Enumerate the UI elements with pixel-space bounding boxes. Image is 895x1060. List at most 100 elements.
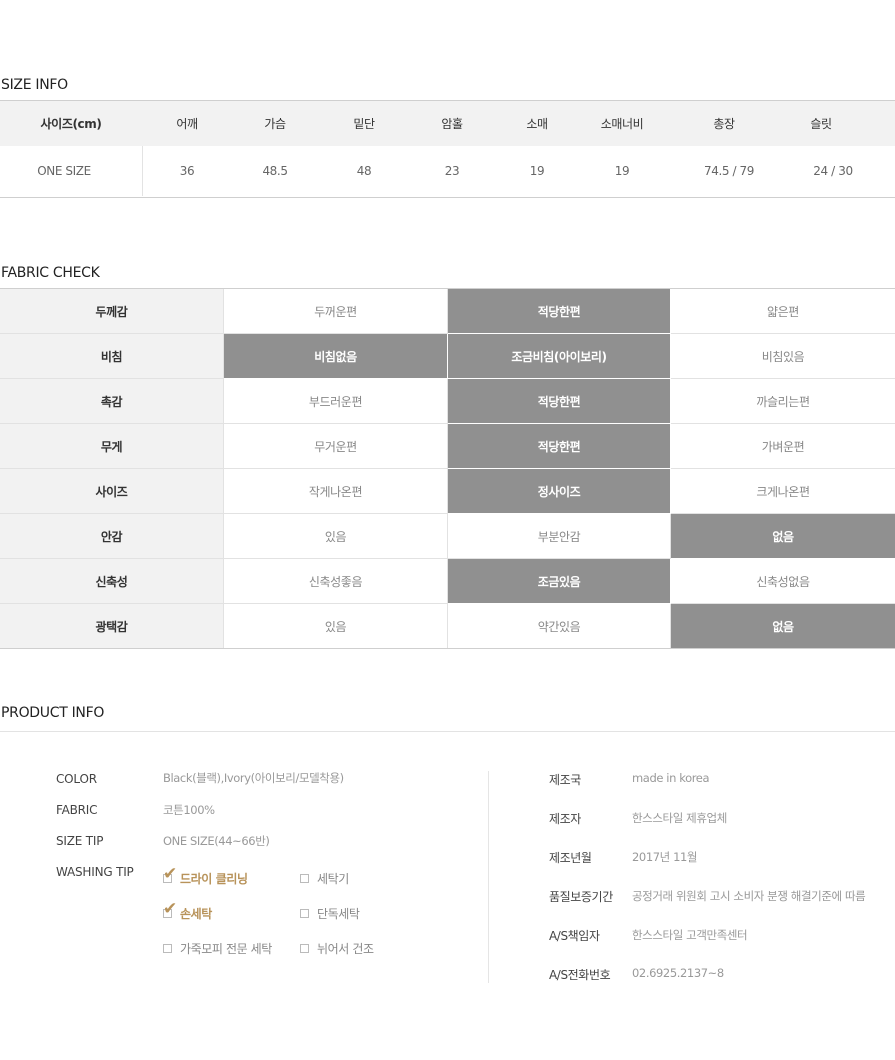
checkbox-checked-icon: ✔ [163,866,177,883]
checkbox-icon [163,944,172,953]
fabric-row-label: 신축성 [0,559,224,604]
fabric-row-label: 광택감 [0,604,224,649]
fabric-row-label: 안감 [0,514,224,559]
size-value-slit: 24 / 30 [813,164,853,178]
washing-tip-label: WASHING TIP [56,865,134,879]
fabric-option: 부분안감 [448,514,671,559]
fabric-option: 부드러운편 [224,379,448,424]
size-value-sleeve: 19 [529,164,545,178]
fabric-row: 광택감 있음 약간있음 없음 [0,604,895,649]
product-info-value: 02.6925.2137~8 [632,966,724,980]
size-value-size: ONE SIZE [37,164,91,178]
size-info-title: SIZE INFO [1,77,68,93]
fabric-row-label: 비침 [0,334,224,379]
washing-option-label: 드라이 클리닝 [180,872,248,886]
washing-option: 단독세탁 [300,905,360,922]
fabric-row: 두께감 두꺼운편 적당한편 얇은편 [0,289,895,334]
fabric-row-label: 두께감 [0,289,224,334]
size-header-hem: 밑단 [353,117,375,131]
fabric-row: 무게 무거운편 적당한편 가벼운편 [0,424,895,469]
check-mark-icon: ✔ [163,864,177,884]
size-value-chest: 48.5 [262,164,288,178]
product-info-value: 한스스타일 제휴업체 [632,811,727,825]
fabric-option: 크게나온편 [671,469,895,514]
product-info-value: made in korea [632,771,710,785]
size-value-hem: 48 [356,164,372,178]
size-tip-label: SIZE TIP [56,834,104,848]
fabric-option-selected: 비침없음 [224,334,448,379]
fabric-option: 무거운편 [224,424,448,469]
fabric-option: 얇은편 [671,289,895,334]
fabric-check-title: FABRIC CHECK [1,265,100,281]
fabric-option: 신축성좋음 [224,559,448,604]
check-mark-icon: ✔ [163,899,177,919]
fabric-option: 신축성없음 [671,559,895,604]
product-info-value: 2017년 11월 [632,850,698,864]
fabric-row: 촉감 부드러운편 적당한편 까슬리는편 [0,379,895,424]
fabric-value: 코튼100% [163,803,215,817]
product-info-value: 공정거래 위원회 고시 소비자 분쟁 해결기준에 따름 [632,889,866,903]
fabric-option: 약간있음 [448,604,671,649]
size-value-shoulder: 36 [179,164,195,178]
fabric-option: 두꺼운편 [224,289,448,334]
size-value-sleeve-width: 19 [614,164,630,178]
size-table-header: 사이즈(cm) 어깨 가슴 밑단 암홀 소매 소매너비 총장 슬릿 [0,101,895,146]
size-table-row: ONE SIZE 36 48.5 48 23 19 19 74.5 / 79 2… [0,146,895,196]
washing-option: 가죽모피 전문 세탁 [163,940,272,957]
fabric-option-selected: 적당한편 [448,379,671,424]
washing-option-label: 뉘어서 건조 [317,942,374,956]
product-info-label: A/S책임자 [549,929,600,943]
washing-option: ✔ 손세탁 [163,901,212,922]
fabric-option: 가벼운편 [671,424,895,469]
fabric-option: 있음 [224,604,448,649]
product-info-label: 제조국 [549,773,581,787]
fabric-check-bottom-rule [0,648,895,649]
product-info-label: A/S전화번호 [549,968,611,982]
size-header-size: 사이즈(cm) [40,117,102,131]
size-value-length: 74.5 / 79 [703,164,755,178]
checkbox-icon [300,874,309,883]
size-header-shoulder: 어깨 [176,117,198,131]
size-header-chest: 가슴 [264,117,286,131]
fabric-row-label: 무게 [0,424,224,469]
washing-option-label: 단독세탁 [317,907,360,921]
size-header-length: 총장 [713,117,735,131]
fabric-row-label: 사이즈 [0,469,224,514]
size-header-slit: 슬릿 [810,117,832,131]
washing-option-label: 손세탁 [180,907,212,921]
washing-option: 뉘어서 건조 [300,940,374,957]
fabric-row: 비침 비침없음 조금비침(아이보리) 비침있음 [0,334,895,379]
size-header-armhole: 암홀 [441,117,463,131]
washing-option: ✔ 드라이 클리닝 [163,866,248,887]
product-info-value: 한스스타일 고객만족센터 [632,928,748,942]
size-header-sleeve-width: 소매너비 [600,117,644,131]
fabric-row: 사이즈 작게나온편 정사이즈 크게나온편 [0,469,895,514]
fabric-option: 까슬리는편 [671,379,895,424]
size-info-bottom-rule [0,197,895,198]
fabric-option-selected: 조금있음 [448,559,671,604]
fabric-option-selected: 적당한편 [448,289,671,334]
fabric-row-label: 촉감 [0,379,224,424]
size-tip-value: ONE SIZE(44~66반) [163,834,270,848]
washing-option-label: 가죽모피 전문 세탁 [180,942,272,956]
fabric-option: 작게나온편 [224,469,448,514]
fabric-row: 신축성 신축성좋음 조금있음 신축성없음 [0,559,895,604]
washing-option: 세탁기 [300,870,349,887]
size-value-armhole: 23 [444,164,460,178]
color-label: COLOR [56,772,97,786]
washing-option-label: 세탁기 [317,872,349,886]
checkbox-checked-icon: ✔ [163,901,177,918]
checkbox-icon [300,944,309,953]
fabric-option-selected: 조금비침(아이보리) [448,334,671,379]
product-info-label: 제조자 [549,812,581,826]
fabric-option-selected: 적당한편 [448,424,671,469]
fabric-option: 비침있음 [671,334,895,379]
fabric-option-selected: 없음 [671,604,895,649]
fabric-option: 있음 [224,514,448,559]
checkbox-icon [300,909,309,918]
fabric-label: FABRIC [56,803,98,817]
fabric-option-selected: 정사이즈 [448,469,671,514]
color-value: Black(블랙),Ivory(아이보리/모델착용) [163,771,344,785]
product-info-divider [488,771,489,983]
fabric-option-selected: 없음 [671,514,895,559]
